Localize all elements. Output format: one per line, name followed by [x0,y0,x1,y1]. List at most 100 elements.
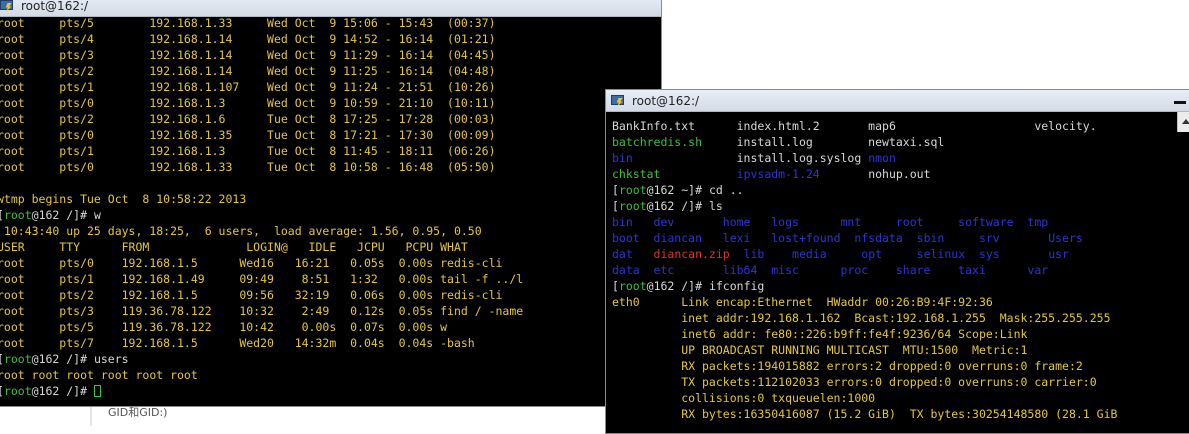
terminal-line: boot diancan lexi lost+found nfsdata sbi… [612,230,1189,246]
terminal-text: root [618,199,647,213]
terminal-cursor [93,385,101,397]
terminal-text: boot diancan [612,231,723,245]
terminal-line: [root@162 /]# w [0,207,661,223]
terminal-line: root pts/2 192.168.1.14 Wed Oct 9 11:25 … [0,63,661,79]
terminal-text: data etc lib64 misc proc share taxi var [612,263,1049,277]
terminal-line: root pts/7 192.168.1.5 Wed20 14:32m 0.04… [0,335,661,351]
terminal-text: @162 /]# [31,384,94,398]
terminal-text: [ [612,279,619,293]
terminal-line: root pts/1 192.168.1.3 Tue Oct 8 11:45 -… [0,143,661,159]
terminal-line: root pts/3 119.36.78.122 10:32 2:49 0.12… [0,303,661,319]
terminal-line: wtmp begins Tue Oct 8 10:58:22 2013 [0,191,661,207]
terminal-text: root [3,352,32,366]
terminal-line: RX bytes:16350416087 (15.2 GiB) TX bytes… [612,406,1189,422]
terminal-text: RX packets:194015882 errors:2 dropped:0 … [612,359,1083,373]
terminal-text: inet addr:192.168.1.162 Bcast:192.168.1.… [612,311,1111,325]
terminal-text: root pts/0 192.168.1.33 Tue Oct 8 10:58 … [0,160,496,174]
terminal-text: root pts/3 119.36.78.122 10:32 2:49 0.12… [0,304,524,318]
terminal-text: lib media opt selinux sys usr [729,247,1069,261]
terminal-output-left[interactable]: root pts/5 192.168.1.33 Wed Oct 9 15:06 … [0,15,661,406]
terminal-line: [root@162 /]# [0,383,661,399]
terminal-text: [ [612,199,619,213]
terminal-line: eth0 Link encap:Ethernet HWaddr 00:26:B9… [612,294,1189,310]
terminal-text: eth0 Link encap:Ethernet HWaddr 00:26:B9… [612,295,993,309]
terminal-line: [root@162 /]# users [0,351,661,367]
terminal-text: @162 /]# w [31,208,101,222]
terminal-text: bin dev home logs mnt root software tmp [612,215,1049,229]
terminal-text: collisions:0 txqueuelen:1000 [612,391,876,405]
terminal-line: data etc lib64 misc proc share taxi var [612,262,1189,278]
window-title: root@162:/ [632,93,700,108]
terminal-text: root [3,384,32,398]
terminal-text: USER TTY FROM LOGIN@ IDLE JCPU PCPU WHAT [0,240,468,254]
terminal-line: root pts/3 192.168.1.14 Wed Oct 9 11:29 … [0,47,661,63]
terminal-text: root pts/0 192.168.1.5 Wed16 16:21 0.05s… [0,256,503,270]
terminal-line: root pts/0 192.168.1.33 Tue Oct 8 10:58 … [0,159,661,175]
terminal-line: root pts/4 192.168.1.14 Wed Oct 9 14:52 … [0,31,661,47]
terminal-text: root pts/5 119.36.78.122 10:42 0.00s 0.0… [0,320,448,334]
terminal-text: root root root root root root [0,368,198,382]
terminal-text: root pts/2 192.168.1.14 Wed Oct 9 11:25 … [0,64,496,78]
terminal-line: root pts/2 192.168.1.6 Tue Oct 8 17:25 -… [0,111,661,127]
terminal-line: chkstat ipvsadm-1.24 nohup.out [612,166,1189,182]
terminal-line: inet addr:192.168.1.162 Bcast:192.168.1.… [612,310,1189,326]
terminal-line: dat diancan.zip lib media opt selinux sy… [612,246,1189,262]
terminal-text: root pts/1 192.168.1.107 Wed Oct 9 11:24… [0,80,496,94]
terminal-line: root pts/5 192.168.1.33 Wed Oct 9 15:06 … [0,15,661,31]
terminal-titlebar-right[interactable]: root@162:/ [606,90,1189,112]
terminal-text: ipvsadm-1.24 [736,167,820,181]
terminal-line: [root@162 /]# ls [612,198,1189,214]
terminal-text: root pts/7 192.168.1.5 Wed20 14:32m 0.04… [0,336,475,350]
terminal-text: 10:43:40 up 25 days, 18:25, 6 users, loa… [0,224,482,238]
terminal-line: inet6 addr: fe80::226:b9ff:fe4f:9236/64 … [612,326,1189,342]
terminal-text: wtmp begins Tue Oct 8 10:58:22 2013 [0,192,247,206]
terminal-line: TX packets:112102033 errors:0 dropped:0 … [612,374,1189,390]
terminal-text: diancan.zip [653,247,730,261]
putty-icon [610,94,626,108]
terminal-line: UP BROADCAST RUNNING MULTICAST MTU:1500 … [612,342,1189,358]
terminal-line: [root@162 ~]# cd .. [612,182,1189,198]
terminal-text: [ [612,183,619,197]
terminal-line: root pts/5 119.36.78.122 10:42 0.00s 0.0… [0,319,661,335]
terminal-line: [root@162 /]# ifconfig [612,278,1189,294]
terminal-line: root pts/1 192.168.1.107 Wed Oct 9 11:24… [0,79,661,95]
terminal-text: root pts/2 192.168.1.5 09:56 32:19 0.06s… [0,288,503,302]
terminal-text: root [618,183,647,197]
terminal-line: batchredis.sh install.log newtaxi.sql [612,134,1189,150]
terminal-text: bin [612,151,633,165]
window-title: root@162:/ [21,0,89,13]
terminal-text: UP BROADCAST RUNNING MULTICAST MTU:1500 … [612,343,1028,357]
terminal-line: 10:43:40 up 25 days, 18:25, 6 users, loa… [0,223,661,239]
minimize-button[interactable] [1174,101,1186,104]
terminal-text: @162 /]# ls [646,199,723,213]
terminal-text: BankInfo.txt index.html.2 map6 velocity. [612,119,1097,133]
terminal-line: root pts/1 192.168.1.49 09:49 8:51 1:32 … [0,271,661,287]
terminal-text: dat [612,247,654,261]
terminal-window-right[interactable]: root@162:/ BankInfo.txt index.html.2 map… [605,89,1189,434]
terminal-text: TX packets:112102033 errors:0 dropped:0 … [612,375,1097,389]
terminal-text: lexi [722,231,751,245]
terminal-window-left[interactable]: root@162:/ root pts/5 192.168.1.33 Wed O… [0,0,662,407]
terminal-line: USER TTY FROM LOGIN@ IDLE JCPU PCPU WHAT [0,239,661,255]
terminal-text: batchredis.sh [612,135,703,149]
terminal-text: nohup.out [819,167,931,181]
putty-icon [0,0,15,13]
terminal-text: @162 /]# ifconfig [646,279,765,293]
terminal-text: root pts/2 192.168.1.6 Tue Oct 8 17:25 -… [0,112,496,126]
terminal-text: install.log newtaxi.sql [702,135,945,149]
terminal-line: bin dev home logs mnt root software tmp [612,214,1189,230]
terminal-line: root pts/0 192.168.1.3 Wed Oct 9 10:59 -… [0,95,661,111]
terminal-text: @162 ~]# cd .. [646,183,744,197]
terminal-text: root pts/4 192.168.1.14 Wed Oct 9 14:52 … [0,32,496,46]
terminal-text: root [618,279,647,293]
terminal-text: @162 /]# users [31,352,129,366]
terminal-text: root pts/0 192.168.1.3 Wed Oct 9 10:59 -… [0,96,496,110]
terminal-text: inet6 addr: fe80::226:b9ff:fe4f:9236/64 … [612,327,1028,341]
terminal-text: RX bytes:16350416087 (15.2 GiB) TX bytes… [612,407,1118,421]
terminal-text: root pts/0 192.168.1.35 Tue Oct 8 17:21 … [0,128,496,142]
terminal-line: root root root root root root [0,367,661,383]
terminal-text: install.log.syslog [632,151,869,165]
terminal-output-right[interactable]: BankInfo.txt index.html.2 map6 velocity.… [606,118,1189,433]
